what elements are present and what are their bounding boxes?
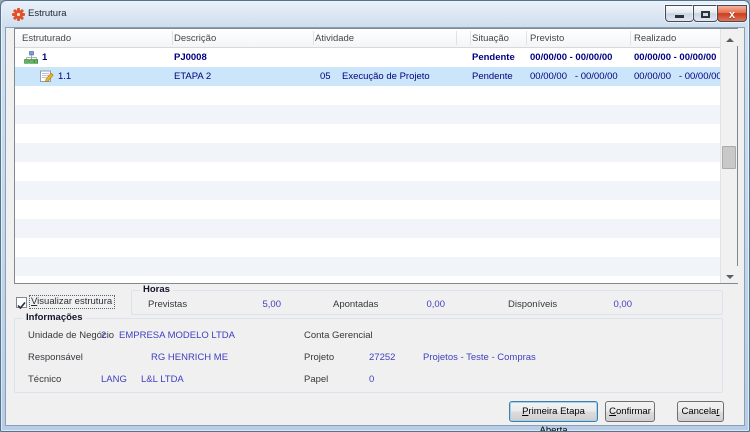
cell-atividade: Execução de Projeto (342, 71, 430, 82)
projeto-label: Projeto (304, 352, 335, 363)
tecnico-code: LANG (101, 374, 127, 385)
cell-situacao: Pendente (472, 52, 515, 63)
grid-row-project[interactable]: 1 PJ0008 Pendente 00/00/00 - 00/00/00 00… (15, 48, 720, 67)
disponiveis-value: 0,00 (613, 299, 633, 310)
responsavel-label: Responsável (28, 352, 83, 363)
column-separator (526, 31, 527, 45)
window-title: Estrutura (28, 8, 67, 19)
maximize-button[interactable] (693, 5, 718, 22)
confirmar-button[interactable]: Confirmar (605, 401, 655, 422)
maximize-icon (701, 11, 710, 18)
apontadas-label: Apontadas (333, 299, 379, 310)
cell-descricao: ETAPA 2 (174, 71, 212, 82)
informacoes-group-title: Informações (23, 312, 86, 323)
unidade-negocio-code: 2 (101, 330, 107, 341)
disponiveis-label: Disponíveis (508, 299, 558, 310)
empty-rows (15, 86, 720, 283)
stage-edit-icon (40, 70, 54, 86)
column-separator (172, 31, 173, 45)
scrollbar-down-icon (725, 275, 734, 279)
col-header-situacao[interactable]: Situação (472, 33, 509, 44)
column-separator (470, 31, 471, 45)
minimize-icon (675, 15, 684, 18)
visualizar-estrutura-label[interactable]: Visualizar estrutura (29, 295, 116, 309)
close-button[interactable]: x (717, 5, 747, 22)
responsavel-name: RG HENRICH ME (151, 352, 229, 363)
scrollbar-up-icon (725, 38, 734, 42)
grid-header: Estruturado Descrição Atividade Situação… (15, 29, 720, 48)
primeira-etapa-aberta-button[interactable]: Primeira Etapa Aberta (509, 401, 598, 431)
minimize-button[interactable] (665, 5, 694, 22)
cell-previsto: 00/00/00 - 00/00/00 (530, 52, 613, 63)
col-header-previsto[interactable]: Previsto (530, 33, 564, 44)
visualizar-estrutura-checkbox[interactable] (16, 297, 27, 310)
previstas-value: 5,00 (262, 299, 282, 310)
cell-situacao: Pendente (472, 71, 513, 82)
cell-descricao: PJ0008 (174, 52, 207, 63)
unidade-negocio-name: EMPRESA MODELO LTDA (119, 330, 235, 341)
org-tree-icon (24, 51, 38, 67)
col-header-atividade[interactable]: Atividade (315, 33, 354, 44)
grid-row-stage-selected[interactable]: 1.1 ETAPA 2 05 Execução de Projeto Pende… (15, 67, 722, 86)
cell-previsto: 00/00/00 - 00/00/00 (530, 71, 618, 82)
scrollbar-thumb[interactable] (722, 146, 736, 169)
vertical-scrollbar[interactable] (720, 29, 738, 283)
papel-value: 0 (369, 374, 375, 385)
previstas-label: Previstas (148, 299, 188, 310)
structure-grid: Estruturado Descrição Atividade Situação… (14, 28, 738, 284)
cell-estruturado: 1 (42, 52, 48, 63)
cell-atividade-cod: 05 (320, 71, 331, 82)
scroll-up-button[interactable] (721, 29, 738, 46)
cell-realizado: 00/00/00 - 00/00/00 (634, 52, 717, 63)
apontadas-value: 0,00 (426, 299, 446, 310)
cell-realizado: 00/00/00 - 00/00/00 (634, 71, 722, 82)
conta-gerencial-label: Conta Gerencial (304, 330, 373, 341)
projeto-name: Projetos - Teste - Compras (423, 352, 536, 363)
cancelar-button[interactable]: Cancelar (677, 401, 724, 422)
app-icon (12, 8, 25, 26)
scroll-down-button[interactable] (721, 266, 738, 283)
tecnico-label: Técnico (28, 374, 62, 385)
close-icon: x (728, 9, 736, 21)
column-separator (313, 31, 314, 45)
estrutura-window: Estrutura x Estruturado Descrição Ativid… (0, 0, 750, 432)
col-header-descricao[interactable]: Descrição (174, 33, 216, 44)
cell-estruturado: 1.1 (58, 71, 72, 82)
horas-group-title: Horas (140, 284, 173, 295)
tecnico-name: L&L LTDA (141, 374, 184, 385)
col-header-realizado[interactable]: Realizado (634, 33, 676, 44)
column-separator (456, 31, 457, 45)
col-header-estruturado[interactable]: Estruturado (22, 33, 71, 44)
papel-label: Papel (304, 374, 329, 385)
column-separator (630, 31, 631, 45)
checkmark-icon (17, 301, 26, 310)
projeto-code: 27252 (369, 352, 396, 363)
title-bar[interactable]: Estrutura (2, 2, 748, 27)
